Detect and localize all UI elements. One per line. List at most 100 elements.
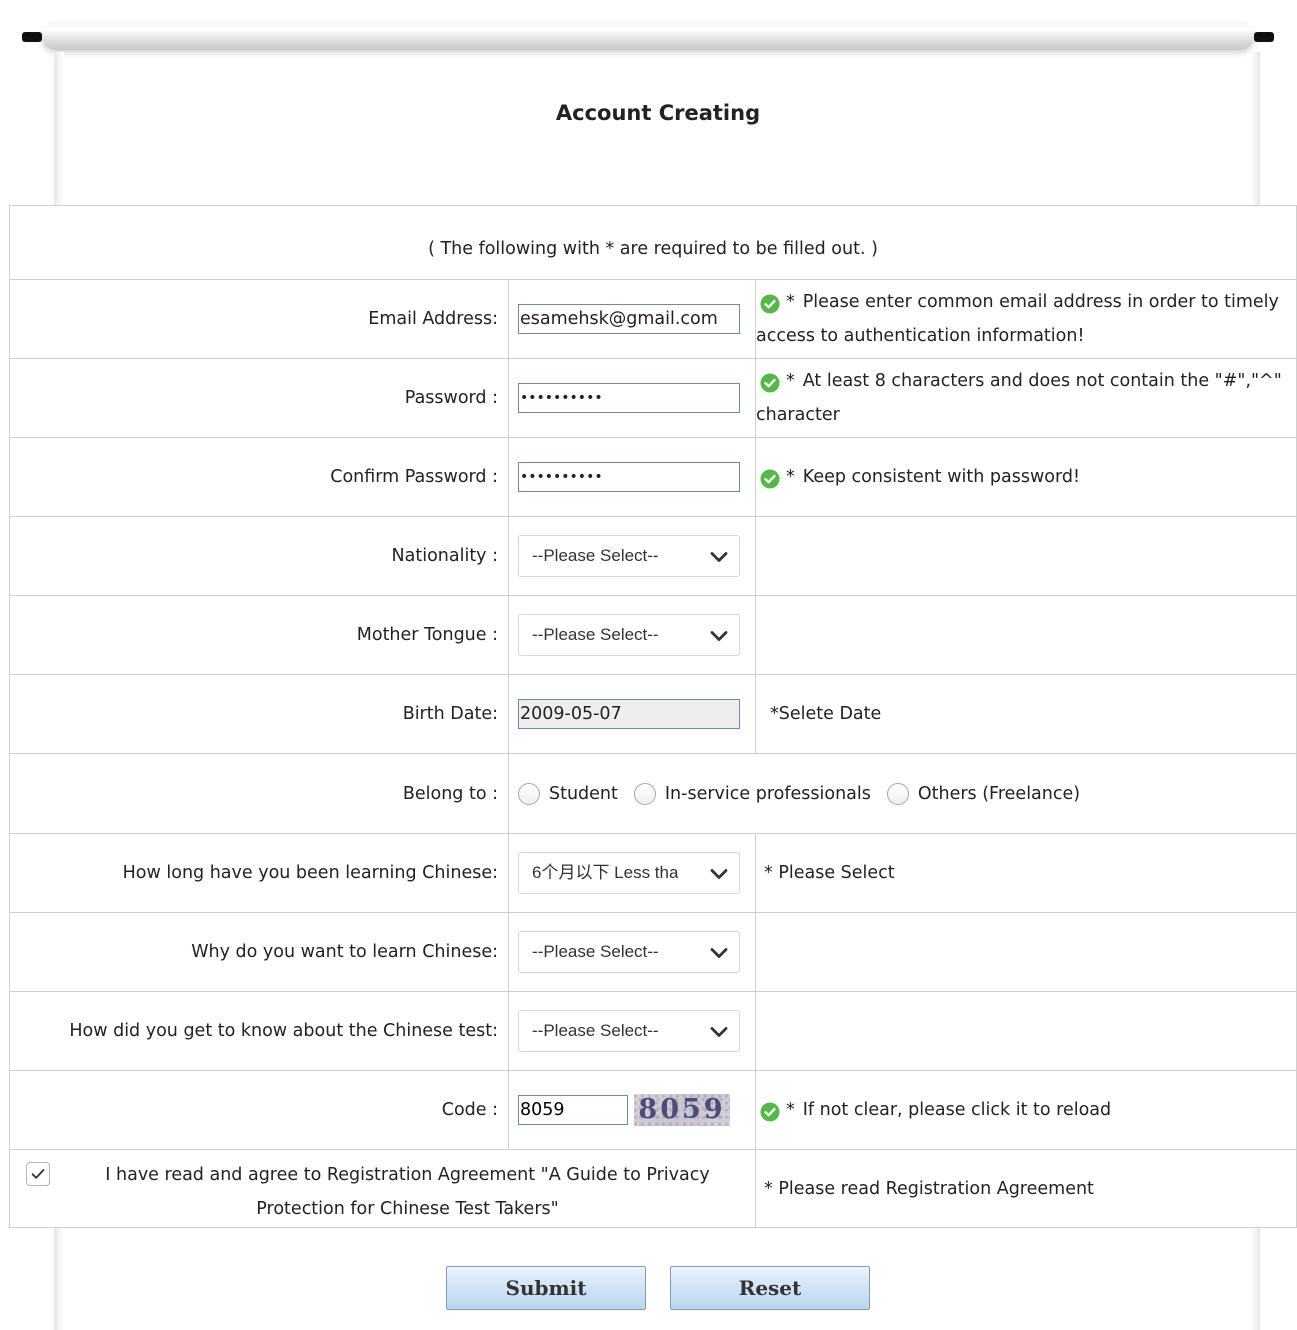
mother-tongue-label: Mother Tongue : (9, 595, 509, 675)
learning-duration-row: How long have you been learning Chinese:… (9, 833, 1297, 913)
page-title: Account Creating (555, 101, 761, 125)
birth-date-row: Birth Date: *Selete Date (9, 674, 1297, 754)
password-field[interactable] (518, 383, 740, 413)
learn-reason-hint-cell (755, 912, 1297, 992)
confirm-password-row: Confirm Password : * Keep consistent with… (9, 437, 1297, 517)
birth-date-input-cell (508, 674, 756, 754)
radio-student[interactable] (518, 782, 540, 805)
learning-duration-select[interactable]: 6个月以下 Less tha (518, 852, 740, 894)
confirm-password-label: Confirm Password : (9, 437, 509, 517)
mother-tongue-selected-value: --Please Select-- (532, 625, 659, 644)
password-label: Password : (9, 358, 509, 438)
code-input-cell: 8059 (508, 1070, 756, 1150)
learn-reason-label: Why do you want to learn Chinese: (9, 912, 509, 992)
email-hint: Please enter common email address in ord… (756, 292, 1279, 346)
password-input-cell (508, 358, 756, 438)
agreement-row: I have read and agree to Registration Ag… (9, 1149, 1297, 1228)
form-buttons: Submit Reset (0, 1266, 1297, 1310)
rod-left-cap (22, 32, 42, 42)
email-label: Email Address: (9, 279, 509, 359)
chevron-down-icon (710, 552, 728, 562)
captcha-image[interactable]: 8059 (634, 1094, 730, 1126)
radio-in-service-professionals-label[interactable]: In-service professionals (665, 784, 871, 804)
code-row: Code : 8059 * If not clear, please click … (9, 1070, 1297, 1150)
radio-others-freelance[interactable] (886, 782, 909, 805)
email-field[interactable] (518, 304, 740, 334)
birth-date-hint: *Selete Date (755, 674, 1297, 754)
know-about-test-selected-value: --Please Select-- (532, 1021, 659, 1040)
required-star: * (786, 1100, 795, 1120)
email-input-cell (508, 279, 756, 359)
learning-duration-hint: * Please Select (755, 833, 1297, 913)
registration-page: Account Creating ( The following with * … (0, 0, 1297, 1330)
know-about-test-row: How did you get to know about the Chines… (9, 991, 1297, 1071)
check-icon (760, 467, 780, 489)
know-about-test-label: How did you get to know about the Chines… (9, 991, 509, 1071)
know-about-test-hint-cell (755, 991, 1297, 1071)
radio-student-label[interactable]: Student (549, 784, 618, 804)
belong-to-row: Belong to : Student In-service professio… (9, 753, 1297, 834)
learning-duration-selected-value: 6个月以下 Less tha (532, 863, 679, 882)
email-hint-cell: * Please enter common email address in or… (755, 279, 1297, 359)
confirm-password-field[interactable] (518, 462, 740, 492)
nationality-input-cell: --Please Select-- (508, 516, 756, 596)
mother-tongue-hint-cell (755, 595, 1297, 675)
chevron-down-icon (710, 631, 728, 641)
belong-to-label: Belong to : (9, 753, 509, 834)
agreement-cell: I have read and agree to Registration Ag… (9, 1149, 756, 1228)
agreement-checkbox[interactable] (26, 1161, 50, 1186)
nationality-label: Nationality : (9, 516, 509, 596)
submit-button[interactable]: Submit (446, 1266, 646, 1310)
know-about-test-select[interactable]: --Please Select-- (518, 1010, 740, 1052)
chevron-down-icon (710, 1027, 728, 1037)
required-note-cell: ( The following with * are required to b… (9, 205, 1297, 280)
chevron-down-icon (710, 869, 728, 879)
mother-tongue-select[interactable]: --Please Select-- (518, 614, 740, 656)
learning-duration-input-cell: 6个月以下 Less tha (508, 833, 756, 913)
mother-tongue-row: Mother Tongue : --Please Select-- (9, 595, 1297, 675)
radio-in-service-professionals[interactable] (633, 782, 656, 805)
confirm-password-input-cell (508, 437, 756, 517)
nationality-select[interactable]: --Please Select-- (518, 535, 740, 577)
nationality-row: Nationality : --Please Select-- (9, 516, 1297, 596)
code-label: Code : (9, 1070, 509, 1150)
confirm-password-hint: Keep consistent with password! (802, 467, 1081, 487)
mother-tongue-input-cell: --Please Select-- (508, 595, 756, 675)
agreement-hint: * Please read Registration Agreement (755, 1149, 1297, 1228)
learn-reason-row: Why do you want to learn Chinese: --Plea… (9, 912, 1297, 992)
learn-reason-select[interactable]: --Please Select-- (518, 931, 740, 973)
required-note: ( The following with * are required to b… (428, 238, 878, 259)
required-star: * (786, 371, 795, 391)
chevron-down-icon (710, 948, 728, 958)
required-star: * (786, 292, 795, 312)
check-icon (760, 371, 780, 393)
reset-button[interactable]: Reset (670, 1266, 870, 1310)
email-row: Email Address: *Please enter common emai… (9, 279, 1297, 359)
password-hint-cell: * At least 8 characters and does not cont… (755, 358, 1297, 438)
rod-right-cap (1254, 32, 1274, 42)
scroll-rod-decoration (22, 14, 1274, 60)
password-hint: At least 8 characters and does not conta… (756, 371, 1282, 425)
belong-to-options-cell: Student In-service professionals Others … (508, 753, 1297, 834)
check-icon (760, 1100, 780, 1122)
check-icon (760, 292, 780, 314)
agreement-link-text[interactable]: I have read and agree to Registration Ag… (64, 1158, 751, 1226)
learning-duration-label: How long have you been learning Chinese: (9, 833, 509, 913)
code-hint-cell: * If not clear, please click it to reload (755, 1070, 1297, 1150)
learn-reason-input-cell: --Please Select-- (508, 912, 756, 992)
birth-date-label: Birth Date: (9, 674, 509, 754)
know-about-test-input-cell: --Please Select-- (508, 991, 756, 1071)
required-star: * (786, 467, 795, 487)
belong-to-radio-group: Student In-service professionals Others … (518, 754, 1296, 833)
radio-others-freelance-label[interactable]: Others (Freelance) (918, 784, 1080, 804)
code-hint: If not clear, please click it to reload (802, 1100, 1112, 1120)
agreement-wrap: I have read and agree to Registration Ag… (10, 1152, 755, 1226)
nationality-selected-value: --Please Select-- (532, 546, 659, 565)
nationality-hint-cell (755, 516, 1297, 596)
registration-form: ( The following with * are required to b… (9, 205, 1297, 1228)
code-field[interactable] (518, 1095, 628, 1125)
birth-date-field[interactable] (518, 699, 740, 729)
rod-bar (42, 22, 1254, 50)
password-row: Password : *At least 8 characters and do… (9, 358, 1297, 438)
learn-reason-selected-value: --Please Select-- (532, 942, 659, 961)
